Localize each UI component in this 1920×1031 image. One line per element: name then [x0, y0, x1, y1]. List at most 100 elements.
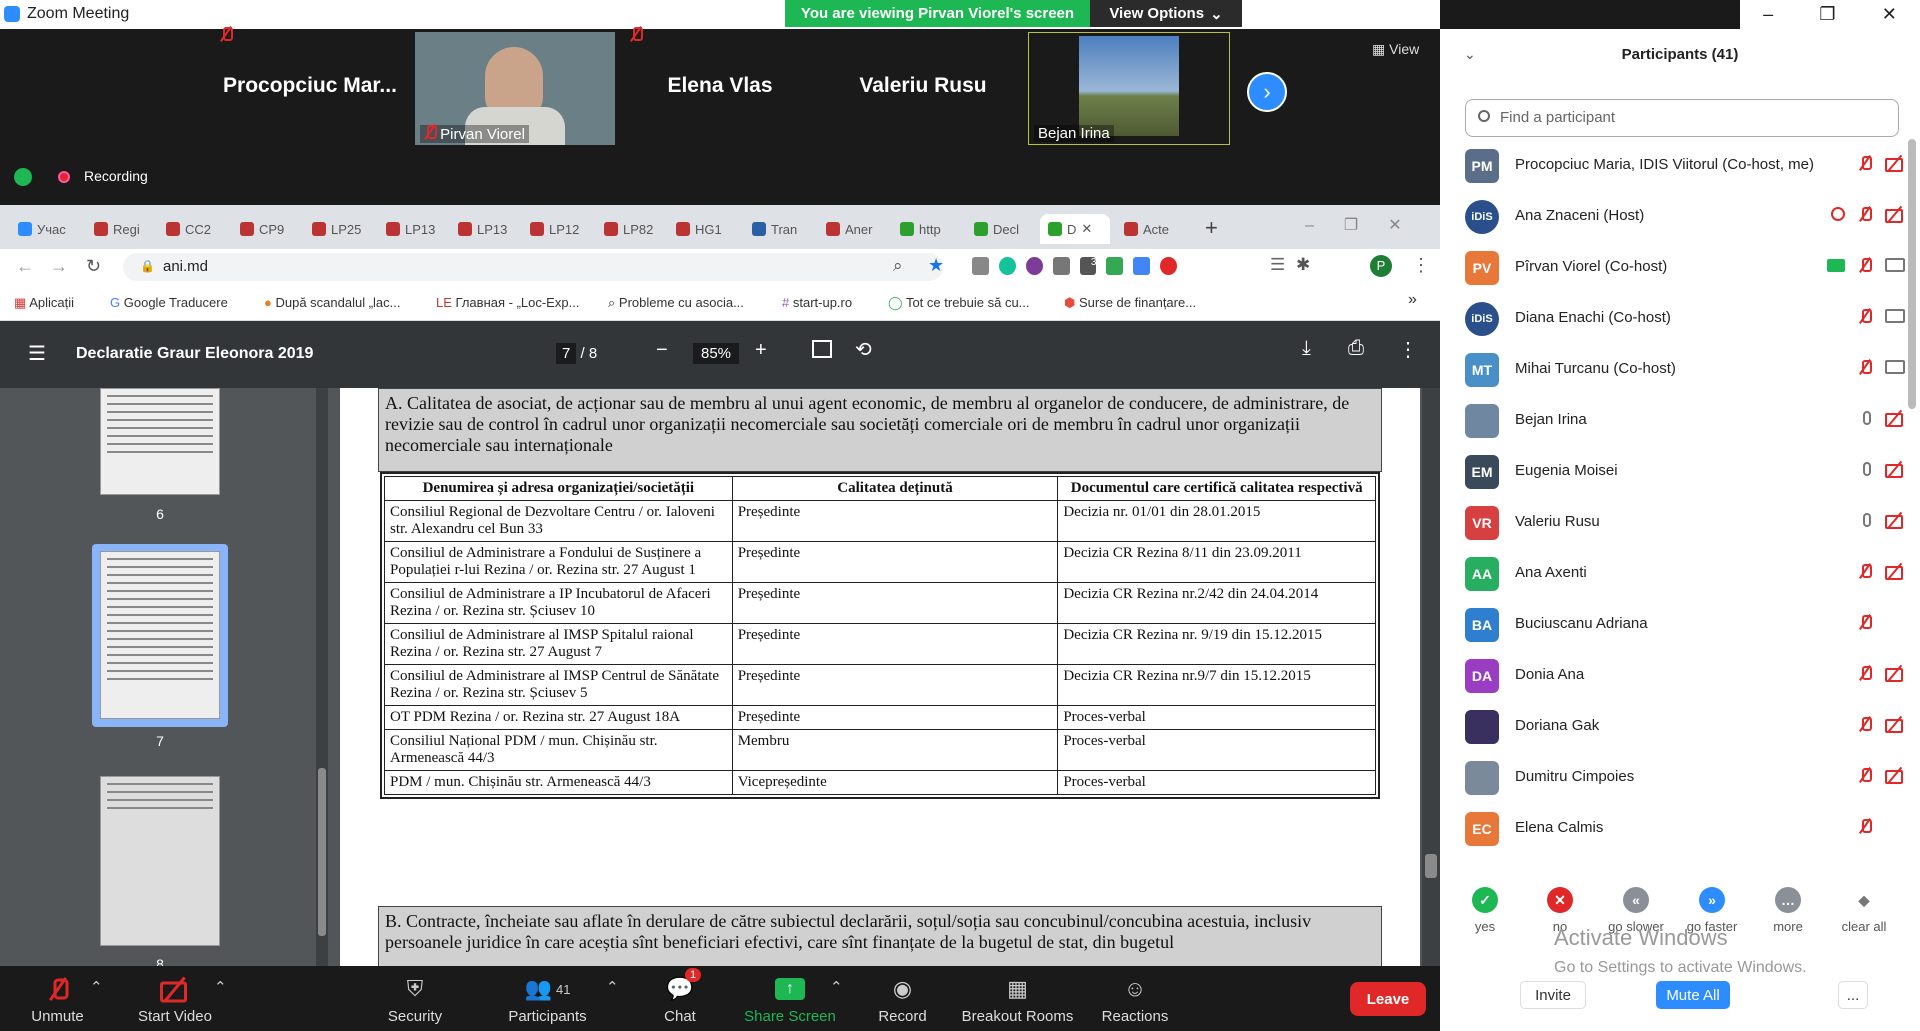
leave-button[interactable]: Leave — [1350, 982, 1426, 1016]
extension-badge-icon[interactable]: 3 — [1079, 257, 1097, 275]
participant-row[interactable]: MT Mihai Turcanu (Co-host) — [1465, 350, 1905, 390]
bookmark-item[interactable]: ◯ Tot ce trebuie să cu... — [888, 295, 1030, 311]
browser-tab-active[interactable]: D ✕ — [1040, 214, 1110, 244]
participants-chevron-icon[interactable]: ⌃ — [606, 978, 619, 996]
reaction-more[interactable]: … more — [1758, 887, 1818, 934]
page-thumbnail[interactable] — [100, 388, 220, 495]
reload-icon[interactable]: ↻ — [86, 256, 101, 277]
audio-options-chevron-icon[interactable]: ⌃ — [90, 978, 103, 996]
star-icon[interactable]: ★ — [928, 255, 944, 276]
participant-row[interactable]: PM Procopciuc Maria, IDIS Viitorul (Co-ho… — [1465, 146, 1905, 186]
bookmark-item[interactable]: G Google Traducere — [110, 295, 228, 310]
back-arrow-icon[interactable]: ← — [16, 256, 34, 277]
video-tile[interactable]: Procopciuc Mar... — [210, 27, 410, 145]
view-button[interactable]: ▦ View — [1372, 41, 1419, 58]
extension-icon[interactable] — [1025, 257, 1043, 275]
hamburger-menu-icon[interactable]: ☰ — [28, 341, 46, 366]
rotate-icon[interactable]: ⟲ — [855, 337, 872, 362]
page-number-input[interactable]: 7 — [556, 343, 577, 364]
zoom-level-input[interactable]: 85% — [693, 343, 740, 364]
bookmark-item[interactable]: ⬢ Surse de finanțare... — [1064, 295, 1196, 311]
browser-tab[interactable]: LP13 — [450, 214, 507, 244]
close-icon[interactable]: ✕ — [1882, 4, 1897, 25]
more-options-button[interactable]: ... — [1838, 981, 1868, 1009]
browser-tab[interactable]: Regi — [86, 214, 140, 244]
rss-icon[interactable]: ☰ — [1270, 255, 1285, 275]
profile-avatar[interactable]: P — [1370, 255, 1392, 277]
browser-tab[interactable]: LP82 — [596, 214, 653, 244]
participant-row[interactable]: VR Valeriu Rusu — [1465, 503, 1905, 543]
browser-tab[interactable]: LP12 — [522, 214, 579, 244]
reaction-yes[interactable]: ✓ yes — [1455, 887, 1515, 934]
browser-tab[interactable]: Acte — [1116, 214, 1169, 244]
record-button[interactable]: ◉ Record — [875, 974, 930, 1025]
forward-arrow-icon[interactable]: → — [50, 256, 68, 277]
start-video-button[interactable]: Start Video — [130, 974, 220, 1025]
participant-row[interactable]: AA Ana Axenti — [1465, 554, 1905, 594]
url-field[interactable]: ani.md — [123, 253, 943, 281]
video-tile[interactable]: Pirvan Viorel — [415, 32, 615, 145]
panel-scrollbar[interactable] — [1908, 139, 1916, 409]
browser-tab[interactable]: LP25 — [304, 214, 361, 244]
browser-tab[interactable]: CP9 — [232, 214, 284, 244]
browser-tab[interactable]: Tran — [744, 214, 797, 244]
thumbnail-scrollbar[interactable] — [316, 388, 328, 966]
tab-close-icon[interactable]: ✕ — [1081, 221, 1092, 237]
bookmark-item[interactable]: ● După scandalul „lac... — [264, 295, 401, 310]
drive-icon[interactable] — [1106, 257, 1124, 275]
video-tile[interactable]: Valeriu Rusu — [823, 32, 1023, 145]
download-icon[interactable]: ⤓ — [1302, 337, 1311, 360]
video-tile-active[interactable]: Bejan Irina — [1028, 32, 1230, 145]
new-tab-plus-icon[interactable]: + — [1205, 215, 1218, 241]
browser-tab[interactable]: CC2 — [158, 214, 211, 244]
bookmark-apps[interactable]: ▦ Aplicații — [14, 295, 74, 311]
grammarly-icon[interactable] — [998, 257, 1016, 275]
participant-row[interactable]: PV Pîrvan Viorel (Co-host) — [1465, 248, 1905, 288]
share-screen-button[interactable]: ↑ Share Screen — [740, 974, 840, 1025]
zoom-in-icon[interactable]: + — [755, 339, 767, 362]
unmute-button[interactable]: Unmute — [20, 974, 95, 1025]
bookmarks-overflow-icon[interactable]: » — [1408, 291, 1417, 309]
camera-icon[interactable] — [1052, 257, 1070, 275]
page-thumbnail[interactable] — [100, 776, 220, 946]
puzzle-icon[interactable]: ✱ — [1296, 255, 1310, 275]
zoom-out-icon[interactable]: − — [656, 339, 668, 362]
reaction-clear-all[interactable]: ◆ clear all — [1834, 887, 1894, 934]
print-icon[interactable]: ⎙ — [1348, 337, 1364, 360]
participant-search-input[interactable]: Find a participant — [1465, 99, 1899, 137]
browser-tab[interactable]: HG1 — [668, 214, 722, 244]
bookmark-item[interactable]: LE Главная - „Loc-Exp... — [436, 295, 579, 310]
pdf-scrollbar[interactable] — [1422, 388, 1440, 966]
zoom-magnifier-icon[interactable]: ⌕ — [893, 256, 903, 276]
participant-row[interactable]: BA Buciuscanu Adriana — [1465, 605, 1905, 645]
security-button[interactable]: ⛨ Security — [380, 974, 450, 1025]
opera-icon[interactable] — [1160, 257, 1177, 275]
page-thumbnail-active[interactable] — [100, 551, 220, 719]
participant-row[interactable]: iDiS Diana Enachi (Co-host) — [1465, 299, 1905, 339]
more-vertical-icon[interactable]: ⋮ — [1398, 337, 1418, 362]
participant-row[interactable]: Doriana Gak — [1465, 707, 1905, 747]
invite-button[interactable]: Invite — [1520, 981, 1586, 1009]
participant-row[interactable]: DA Donia Ana — [1465, 656, 1905, 696]
participant-row[interactable]: Dumitru Cimpoies — [1465, 758, 1905, 798]
share-options-chevron-icon[interactable]: ⌃ — [830, 978, 843, 996]
fit-page-icon[interactable] — [812, 340, 832, 358]
kebab-menu-icon[interactable]: ⋮ — [1412, 255, 1430, 276]
video-options-chevron-icon[interactable]: ⌃ — [214, 978, 227, 996]
participant-row[interactable]: EM Eugenia Moisei — [1465, 452, 1905, 492]
extension-icon[interactable] — [972, 257, 989, 275]
participants-button[interactable]: 👥 41 Participants — [500, 974, 595, 1025]
mute-all-button[interactable]: Mute All — [1656, 981, 1730, 1009]
browser-tab[interactable]: LP13 — [378, 214, 435, 244]
view-options-button[interactable]: View Options ⌄ — [1090, 0, 1242, 27]
next-page-arrow-icon[interactable]: › — [1247, 72, 1287, 112]
participant-row[interactable]: iDiS Ana Znaceni (Host) — [1465, 197, 1905, 237]
reactions-button[interactable]: ☺ Reactions — [1100, 974, 1170, 1025]
translate-icon[interactable] — [1133, 257, 1151, 275]
browser-window-controls[interactable]: –❐✕ — [1305, 215, 1432, 235]
browser-tab[interactable]: http — [892, 214, 941, 244]
video-tile[interactable]: Elena Vlas — [620, 27, 820, 145]
bookmark-item[interactable]: # start-up.ro — [782, 295, 852, 310]
minimize-icon[interactable]: – — [1763, 4, 1773, 25]
browser-tab[interactable]: Учас — [10, 214, 66, 244]
